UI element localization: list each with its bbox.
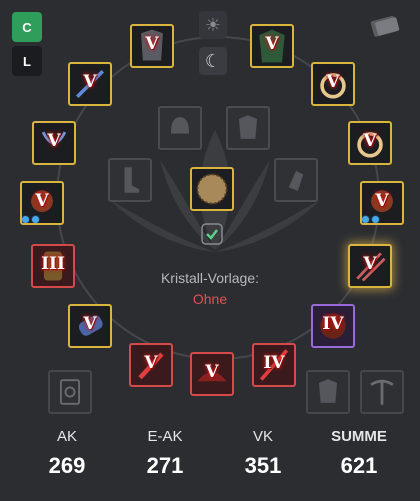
rune-book-button[interactable] bbox=[48, 370, 92, 414]
slot-level: V bbox=[375, 191, 389, 211]
slot-right-2[interactable]: V bbox=[348, 121, 392, 165]
costume-button[interactable] bbox=[306, 370, 350, 414]
class-c-button[interactable]: C bbox=[12, 12, 42, 42]
slot-right-4[interactable]: V bbox=[348, 244, 392, 288]
boot-icon bbox=[124, 167, 140, 193]
crystal-core-slot[interactable] bbox=[190, 167, 234, 211]
stat-value: 271 bbox=[146, 453, 184, 478]
moon-toggle-button[interactable]: ☾ bbox=[199, 47, 227, 75]
sun-icon: ☀ bbox=[204, 14, 222, 35]
slot-level: V bbox=[145, 34, 159, 54]
slot-level: V bbox=[144, 353, 158, 373]
stat-label: VK bbox=[252, 428, 273, 445]
stat-value: 621 bbox=[340, 453, 378, 478]
stat-vk: VK 351 bbox=[218, 428, 308, 479]
stat-label: SUMME bbox=[331, 428, 387, 445]
pickaxe-icon bbox=[370, 379, 394, 405]
moon-icon: ☾ bbox=[204, 50, 222, 71]
stat-label: AK bbox=[56, 428, 77, 445]
stat-summe: SUMME 621 bbox=[314, 428, 404, 479]
slot-bottom-right[interactable]: IV bbox=[252, 343, 296, 387]
check-icon bbox=[201, 223, 223, 245]
slot-level: V bbox=[363, 254, 377, 274]
pickaxe-button[interactable] bbox=[360, 370, 404, 414]
slot-head[interactable]: V bbox=[130, 24, 174, 68]
slot-bottom-left[interactable]: V bbox=[129, 343, 173, 387]
stat-label: E-AK bbox=[147, 428, 183, 445]
crystal-template-value[interactable]: Ohne bbox=[110, 291, 310, 307]
slot-level: IV bbox=[322, 314, 344, 334]
slot-right-5[interactable]: IV bbox=[311, 304, 355, 348]
slot-left-4[interactable]: III bbox=[31, 244, 75, 288]
slot-level: V bbox=[265, 34, 279, 54]
slot-level: III bbox=[41, 254, 65, 274]
slot-level: V bbox=[205, 362, 219, 382]
slot-right-3[interactable]: V bbox=[360, 181, 404, 225]
helmet-icon bbox=[170, 117, 190, 134]
crystal-build-panel: C L ☀ ☾ V V V V V V V V III V V IV V V I… bbox=[0, 0, 420, 501]
costume-icon bbox=[318, 379, 338, 403]
glove-icon bbox=[288, 170, 304, 191]
slot-level: V bbox=[47, 131, 61, 151]
book-icon[interactable] bbox=[368, 12, 402, 40]
slot-level: V bbox=[83, 72, 97, 92]
slot-level: IV bbox=[263, 353, 285, 373]
stat-ak: AK 269 bbox=[22, 428, 112, 479]
slot-right-1[interactable]: V bbox=[311, 62, 355, 106]
crystal-template-label: Kristall-Vorlage: bbox=[160, 270, 260, 286]
stat-value: 351 bbox=[244, 453, 282, 478]
slot-level: V bbox=[363, 131, 377, 151]
orb-icon bbox=[196, 173, 228, 205]
slot-left-5[interactable]: V bbox=[68, 304, 112, 348]
slot-level: V bbox=[83, 314, 97, 334]
sun-toggle-button[interactable]: ☀ bbox=[199, 11, 227, 39]
class-l-button[interactable]: L bbox=[12, 46, 42, 76]
slot-left-1[interactable]: V bbox=[68, 62, 112, 106]
slot-left-2[interactable]: V bbox=[32, 121, 76, 165]
stat-value: 269 bbox=[48, 453, 86, 478]
inner-slot-boots[interactable] bbox=[108, 158, 152, 202]
slot-chest[interactable]: V bbox=[250, 24, 294, 68]
inner-slot-shirt[interactable] bbox=[226, 106, 270, 150]
slot-left-3[interactable]: V bbox=[20, 181, 64, 225]
inner-slot-helmet[interactable] bbox=[158, 106, 202, 150]
slot-level: V bbox=[326, 72, 340, 92]
rune-book-icon bbox=[60, 379, 80, 405]
socket-dots bbox=[22, 215, 40, 223]
shirt-icon bbox=[238, 115, 258, 139]
stat-e-ak: E-AK 271 bbox=[120, 428, 210, 479]
slot-bottom-center[interactable]: V bbox=[190, 352, 234, 396]
socket-dots bbox=[362, 215, 380, 223]
inner-slot-glove[interactable] bbox=[274, 158, 318, 202]
slot-level: V bbox=[35, 191, 49, 211]
